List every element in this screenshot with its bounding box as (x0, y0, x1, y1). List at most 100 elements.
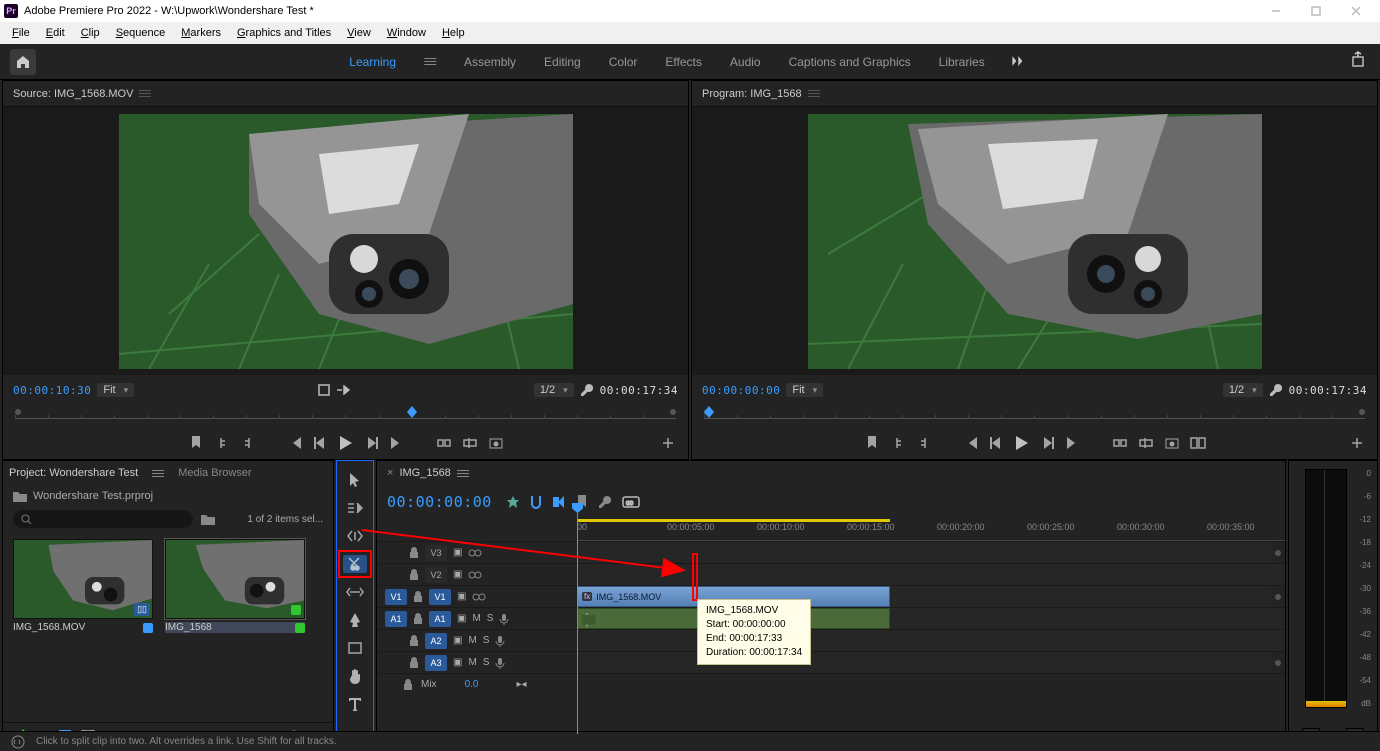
slip-tool[interactable] (343, 583, 367, 601)
source-patch-a1[interactable]: A1 (385, 611, 407, 627)
work-area-bar[interactable] (577, 519, 890, 522)
in-point-icon[interactable] (890, 435, 906, 451)
label-color[interactable] (143, 623, 153, 633)
lock-icon[interactable] (409, 657, 419, 669)
toggle-sync-lock-icon[interactable] (468, 570, 482, 580)
scrubber-handle-right[interactable] (670, 409, 676, 415)
source-quality-select[interactable]: 1/2 (534, 383, 574, 397)
source-patch-v1[interactable]: V1 (385, 589, 407, 605)
timeline-settings-icon[interactable] (598, 495, 612, 509)
go-to-in-icon[interactable] (286, 435, 302, 451)
project-tab[interactable]: Project: Wondershare Test (9, 467, 138, 479)
snap-icon[interactable] (530, 495, 542, 509)
solo-button[interactable]: S (483, 657, 490, 668)
solo-button[interactable]: S (487, 613, 494, 624)
toggle-output-icon[interactable]: ▣ (453, 547, 462, 558)
menu-clip[interactable]: Clip (73, 25, 108, 41)
window-minimize-button[interactable] (1256, 0, 1296, 22)
export-frame-icon[interactable] (1164, 435, 1180, 451)
out-point-icon[interactable] (916, 435, 932, 451)
workspace-effects[interactable]: Effects (665, 55, 701, 69)
timeline-timecode[interactable]: 00:00:00:00 (387, 493, 492, 511)
insert-overwrite-icon[interactable] (336, 385, 350, 395)
menu-edit[interactable]: Edit (38, 25, 73, 41)
window-close-button[interactable] (1336, 0, 1376, 22)
media-browser-tab[interactable]: Media Browser (178, 467, 251, 479)
step-back-icon[interactable] (312, 435, 328, 451)
source-scrubber[interactable] (3, 405, 688, 427)
lock-icon[interactable] (413, 591, 423, 603)
sequence-tab[interactable]: IMG_1568 (399, 467, 450, 479)
toggle-sync-lock-icon[interactable] (472, 592, 486, 602)
panel-menu-icon[interactable] (139, 90, 151, 97)
timeline-playhead[interactable] (577, 503, 578, 734)
track-label[interactable]: V2 (425, 567, 447, 583)
go-to-out-icon[interactable] (390, 435, 406, 451)
source-in-timecode[interactable]: 00:00:10:30 (13, 384, 91, 397)
menu-markers[interactable]: Markers (173, 25, 229, 41)
label-color[interactable] (295, 623, 305, 633)
track-target-dot[interactable] (1275, 594, 1281, 600)
play-button[interactable] (1014, 435, 1030, 451)
workspace-learning[interactable]: Learning (349, 55, 396, 69)
new-bin-icon[interactable] (201, 513, 215, 525)
button-editor-icon[interactable] (660, 435, 676, 451)
program-playhead[interactable] (704, 401, 714, 412)
workspace-color[interactable]: Color (609, 55, 638, 69)
pen-tool[interactable] (343, 611, 367, 629)
play-button[interactable] (338, 435, 354, 451)
marker-icon[interactable] (864, 435, 880, 451)
voice-over-icon[interactable] (499, 613, 509, 625)
toggle-output-icon[interactable]: ▣ (453, 657, 462, 668)
scrubber-handle-right[interactable] (1359, 409, 1365, 415)
toggle-output-icon[interactable]: ▣ (457, 591, 466, 602)
workspace-audio[interactable]: Audio (730, 55, 761, 69)
project-item-sequence[interactable]: IMG_1568 (165, 539, 305, 714)
lock-icon[interactable] (409, 569, 419, 581)
workspace-libraries[interactable]: Libraries (939, 55, 985, 69)
button-editor-icon[interactable] (1349, 435, 1365, 451)
workspace-editing[interactable]: Editing (544, 55, 581, 69)
caption-track-icon[interactable]: cc (622, 496, 640, 508)
workspace-captions[interactable]: Captions and Graphics (789, 55, 911, 69)
program-in-timecode[interactable]: 00:00:00:00 (702, 384, 780, 397)
home-button[interactable] (10, 49, 36, 75)
razor-tool[interactable] (343, 555, 367, 573)
source-playhead[interactable] (407, 401, 417, 412)
menu-view[interactable]: View (339, 25, 379, 41)
mute-button[interactable]: M (468, 635, 476, 646)
voice-over-icon[interactable] (495, 657, 505, 669)
lock-icon[interactable] (403, 679, 413, 691)
track-label[interactable]: A2 (425, 633, 447, 649)
toggle-output-icon[interactable]: ▣ (453, 569, 462, 580)
quick-export-icon[interactable] (1352, 51, 1370, 72)
project-item-clip[interactable]: ▯▯ IMG_1568.MOV (13, 539, 153, 714)
track-target-dot[interactable] (1275, 550, 1281, 556)
mix-expand-icon[interactable]: ▸◂ (516, 679, 526, 690)
in-point-icon[interactable] (214, 435, 230, 451)
type-tool[interactable] (343, 695, 367, 713)
menu-window[interactable]: Window (379, 25, 434, 41)
program-zoom-select[interactable]: Fit (786, 383, 823, 397)
linked-selection-icon[interactable] (552, 496, 566, 508)
panel-menu-icon[interactable] (808, 90, 820, 97)
nest-toggle-icon[interactable] (506, 495, 520, 509)
timeline-ruler[interactable]: 00 00:00:05:00 00:00:10:00 00:00:15:00 0… (577, 519, 1285, 541)
program-video-frame[interactable] (808, 114, 1262, 369)
lift-icon[interactable] (1112, 435, 1128, 451)
program-quality-select[interactable]: 1/2 (1223, 383, 1263, 397)
track-label[interactable]: V3 (425, 545, 447, 561)
wrench-icon[interactable] (580, 383, 594, 397)
track-target-dot[interactable] (1275, 660, 1281, 666)
menu-file[interactable]: File (4, 25, 38, 41)
selection-tool[interactable] (343, 471, 367, 489)
insert-icon[interactable] (436, 435, 452, 451)
export-frame-icon[interactable] (488, 435, 504, 451)
go-to-in-icon[interactable] (962, 435, 978, 451)
track-label[interactable]: V1 (429, 589, 451, 605)
toggle-output-icon[interactable]: ▣ (453, 635, 462, 646)
track-label[interactable]: A1 (429, 611, 451, 627)
menu-graphics[interactable]: Graphics and Titles (229, 25, 339, 41)
settings-icon[interactable] (318, 384, 330, 396)
source-video-frame[interactable] (119, 114, 573, 369)
